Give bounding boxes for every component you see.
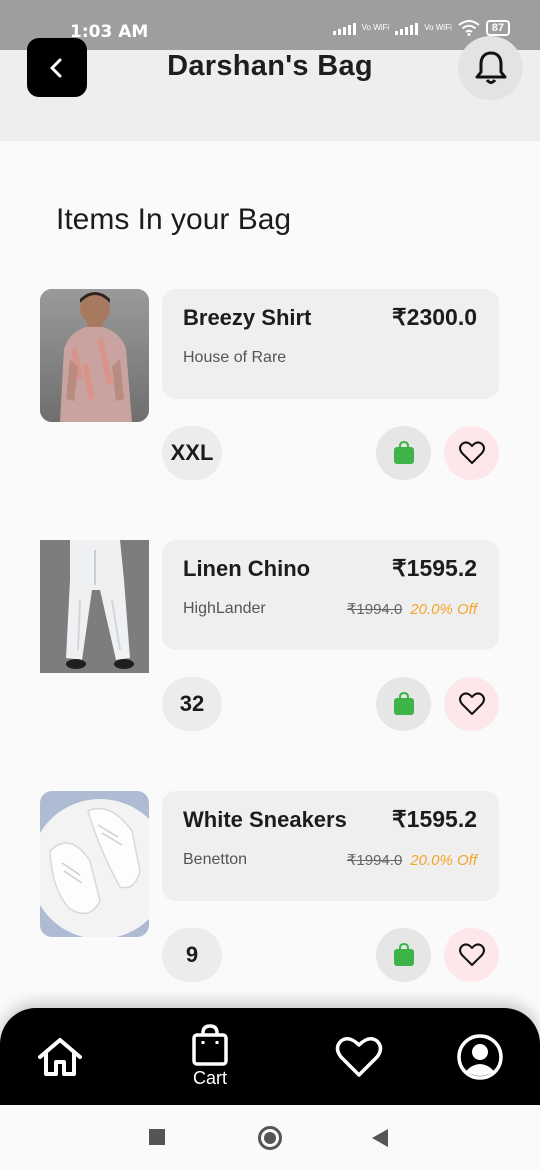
bag-icon	[192, 1024, 228, 1066]
product-info-card[interactable]: Breezy Shirt ₹2300.0 House of Rare	[162, 289, 499, 399]
battery-indicator: 87	[485, 20, 510, 36]
product-price: ₹2300.0	[392, 304, 477, 330]
vowifi-label: Vo WiFi	[424, 23, 452, 32]
section-title: Items In your Bag	[56, 203, 292, 236]
original-price: ₹1994.0	[346, 601, 403, 618]
notifications-button[interactable]	[458, 36, 523, 100]
profile-icon	[457, 1033, 503, 1080]
heart-icon	[458, 943, 485, 966]
add-to-bag-button[interactable]	[376, 677, 431, 731]
signal-icon	[395, 21, 419, 35]
shopping-bag-icon	[393, 692, 414, 715]
add-to-bag-button[interactable]	[376, 928, 431, 982]
heart-icon	[335, 1036, 383, 1077]
shopping-bag-icon	[393, 441, 414, 464]
product-name: White Sneakers	[183, 807, 347, 832]
vowifi-label: Vo WiFi	[361, 23, 390, 32]
bag-item: Linen Chino ₹1595.2 HighLander ₹1994.0 2…	[0, 540, 540, 740]
signal-icon	[332, 21, 356, 35]
bag-item: White Sneakers ₹1595.2 Benetton ₹1994.0 …	[0, 791, 540, 991]
product-info-card[interactable]: White Sneakers ₹1595.2 Benetton ₹1994.0 …	[162, 791, 499, 901]
shopping-bag-icon	[393, 943, 414, 966]
product-name: Linen Chino	[183, 556, 311, 581]
discount-info: ₹1994.0 20.0% Off	[347, 851, 477, 869]
recent-apps-button[interactable]	[149, 1129, 165, 1145]
nav-cart-label: Cart	[192, 1068, 227, 1088]
bag-item: Breezy Shirt ₹2300.0 House of Rare XXL	[0, 289, 540, 489]
home-icon	[38, 1037, 82, 1076]
product-brand: House of Rare	[183, 349, 287, 366]
product-price: ₹1595.2	[392, 555, 477, 581]
discount-percent: 20.0% Off	[410, 601, 477, 618]
wishlist-button[interactable]	[444, 426, 499, 480]
product-name: Breezy Shirt	[183, 305, 312, 330]
app-header: Darshan's Bag	[0, 36, 540, 141]
size-selector[interactable]: 32	[162, 677, 222, 731]
size-selector[interactable]: XXL	[162, 426, 222, 480]
home-button[interactable]	[258, 1126, 282, 1150]
product-info-card[interactable]: Linen Chino ₹1595.2 HighLander ₹1994.0 2…	[162, 540, 499, 650]
bottom-navigation: Cart	[0, 1008, 540, 1105]
product-price: ₹1595.2	[392, 806, 477, 832]
bell-icon	[475, 51, 506, 84]
original-price: ₹1994.0	[346, 852, 403, 869]
system-navigation-bar	[0, 1105, 540, 1170]
add-to-bag-button[interactable]	[376, 426, 431, 480]
nav-wishlist[interactable]	[333, 1008, 385, 1105]
heart-icon	[458, 441, 485, 464]
heart-icon	[458, 692, 485, 715]
wishlist-button[interactable]	[444, 677, 499, 731]
status-icons: Vo WiFi Vo WiFi 87	[332, 20, 510, 36]
product-image[interactable]	[40, 791, 149, 937]
nav-profile[interactable]	[455, 1008, 505, 1105]
product-image[interactable]	[40, 289, 149, 422]
size-selector[interactable]: 9	[162, 928, 222, 982]
status-time: 1:03 AM	[70, 22, 149, 42]
nav-home[interactable]	[36, 1008, 84, 1105]
wifi-icon	[458, 20, 480, 36]
system-back-button[interactable]	[372, 1129, 388, 1147]
product-image[interactable]	[40, 540, 149, 673]
product-brand: HighLander	[183, 600, 266, 617]
nav-cart[interactable]: Cart	[179, 1008, 241, 1105]
product-brand: Benetton	[183, 851, 248, 868]
wishlist-button[interactable]	[444, 928, 499, 982]
discount-info: ₹1994.0 20.0% Off	[347, 600, 477, 618]
discount-percent: 20.0% Off	[410, 852, 477, 869]
